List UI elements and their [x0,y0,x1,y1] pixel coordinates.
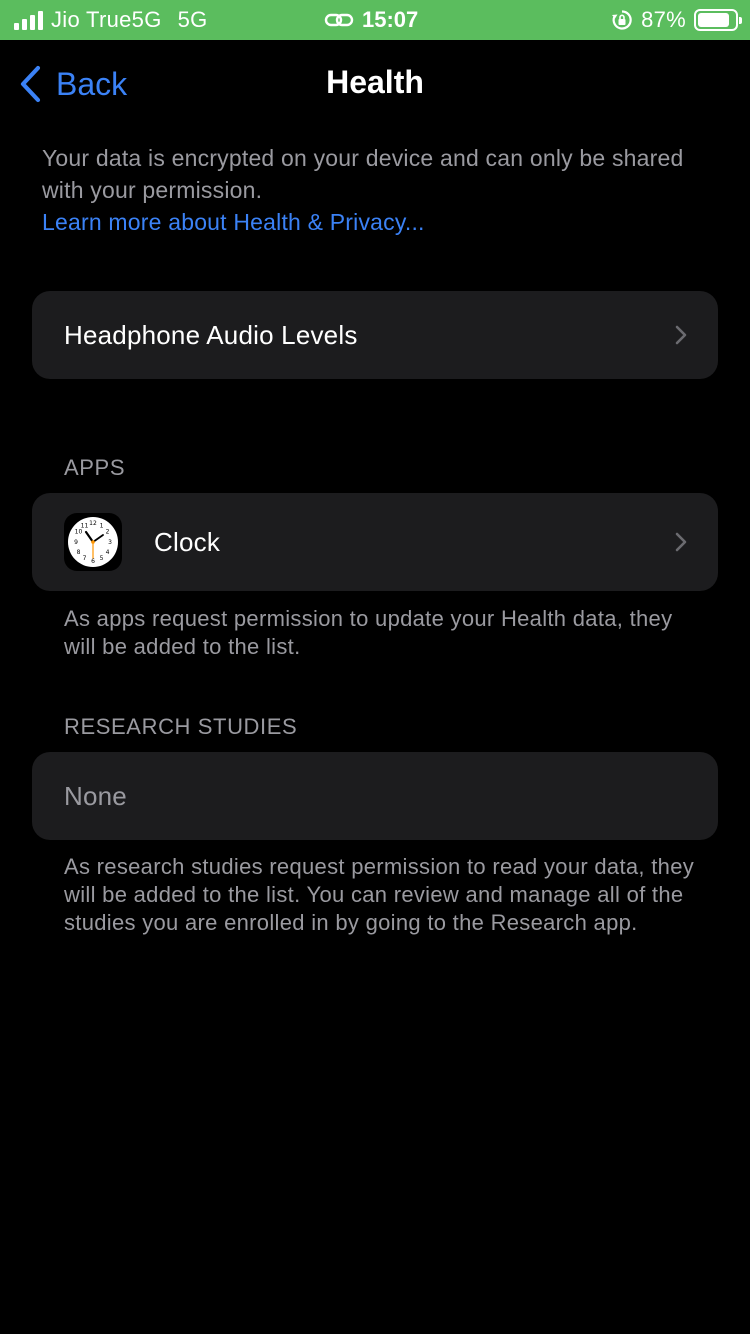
network-type-label: 5G [177,7,208,32]
svg-text:10: 10 [75,529,83,536]
orientation-lock-icon [612,10,632,30]
svg-text:1: 1 [100,523,104,530]
svg-text:6: 6 [91,558,95,565]
svg-text:7: 7 [83,555,87,562]
svg-text:2: 2 [106,529,110,536]
research-studies-none-label: None [64,780,127,811]
privacy-learn-more-link[interactable]: Learn more about Health & Privacy... [42,206,702,238]
cellular-signal-icon [14,10,43,30]
app-row-clock[interactable]: 12 1 2 3 4 5 6 7 8 9 10 11 Clock [32,493,718,591]
privacy-intro: Your data is encrypted on your device an… [42,142,702,238]
svg-text:8: 8 [77,549,81,556]
page-title: Health [326,64,424,100]
clock-icon: 12 1 2 3 4 5 6 7 8 9 10 11 [64,513,122,571]
svg-text:3: 3 [108,539,112,546]
link-icon [324,13,354,27]
apps-section-header: APPS [64,455,126,480]
apps-footer-text: As apps request permission to update you… [64,606,673,659]
svg-text:12: 12 [89,520,97,527]
headphone-audio-levels-row[interactable]: Headphone Audio Levels [32,291,718,379]
battery-level-fill [698,13,729,27]
status-bar: Jio True5G 5G 15:07 87% [0,0,750,40]
chevron-right-icon [675,532,687,552]
headphone-audio-levels-label: Headphone Audio Levels [64,319,358,350]
svg-text:11: 11 [81,523,89,530]
research-studies-none-row: None [32,752,718,840]
research-studies-section-header: RESEARCH STUDIES [64,714,298,739]
battery-percent-label: 87% [641,7,686,32]
privacy-description: Your data is encrypted on your device an… [42,145,684,203]
status-right: 87% [611,0,742,40]
svg-text:4: 4 [106,549,110,556]
battery-icon [694,9,742,31]
navigation-bar: Back Health [0,40,750,128]
chevron-right-icon [675,325,687,345]
carrier-label: Jio True5G [51,7,162,32]
status-center: 15:07 [324,0,418,40]
svg-text:9: 9 [74,539,78,546]
status-left: Jio True5G 5G [14,0,208,40]
app-name-clock: Clock [154,526,221,557]
research-studies-footer-text: As research studies request permission t… [64,854,695,935]
svg-text:5: 5 [100,555,104,562]
status-time: 15:07 [362,7,419,32]
